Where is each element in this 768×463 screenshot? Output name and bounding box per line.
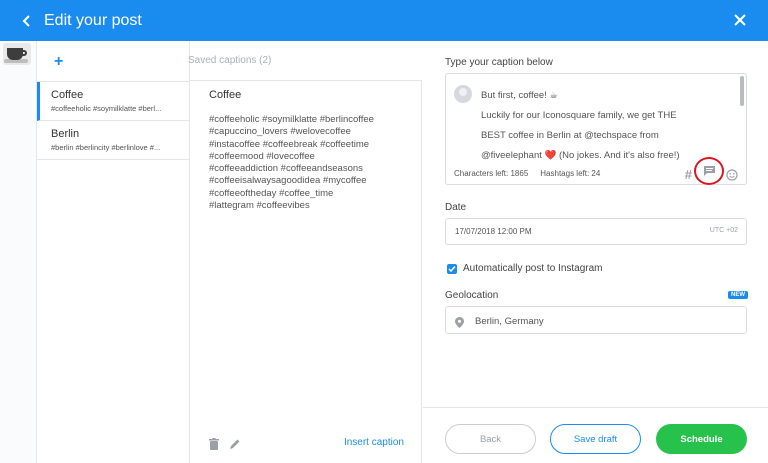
add-caption-button[interactable]: + (54, 53, 63, 71)
hashtags-left: Hashtags left: 24 (540, 169, 601, 178)
saved-captions-list: + Coffee #coffeeholic #soymilklatte #ber… (37, 41, 190, 463)
caption-text[interactable]: But first, coffee! ☕ Luckily for our Ico… (481, 86, 736, 166)
caption-title: Coffee (209, 89, 242, 101)
hashtag-icon[interactable]: # (685, 167, 692, 182)
insert-caption-button[interactable]: Insert caption (344, 437, 404, 448)
page-title: Edit your post (44, 11, 142, 29)
list-item[interactable]: Coffee #coffeeholic #soymilklatte #berl.… (37, 82, 190, 121)
saved-captions-icon[interactable] (694, 157, 724, 185)
footer: Back Save draft Schedule (423, 407, 768, 463)
saved-captions-header: Saved captions (2) (188, 41, 422, 81)
scrollbar[interactable] (740, 76, 744, 106)
date-value: 17/07/2018 12:00 PM (455, 227, 532, 236)
account-column (0, 41, 37, 463)
date-field[interactable]: 17/07/2018 12:00 PM UTC +02 (445, 218, 747, 245)
caption-line: Luckily for our Iconosquare family, we g… (481, 110, 677, 121)
caption-tags: #coffeeholic #soymilklatte #berl... (51, 104, 162, 113)
caption-line: BEST coffee in Berlin at @techspace from (481, 130, 659, 141)
characters-left: Characters left: 1865 (454, 169, 529, 178)
trash-icon[interactable] (209, 437, 221, 450)
close-icon[interactable] (732, 12, 748, 28)
schedule-button[interactable]: Schedule (656, 424, 747, 454)
top-bar: Edit your post (0, 0, 768, 41)
geolocation-value: Berlin, Germany (475, 316, 544, 327)
auto-post-label: Automatically post to Instagram (463, 263, 603, 274)
user-avatar (454, 85, 472, 103)
caption-line: But first, coffee! ☕ (481, 90, 558, 101)
auto-post-checkbox[interactable] (447, 263, 457, 274)
caption-input[interactable]: But first, coffee! ☕ Luckily for our Ico… (445, 73, 747, 185)
geolocation-input[interactable]: Berlin, Germany (445, 306, 747, 334)
geolocation-label: Geolocation (445, 290, 499, 301)
emoji-icon[interactable] (726, 168, 738, 181)
date-label: Date (445, 202, 467, 213)
pencil-icon[interactable] (229, 437, 241, 449)
timezone: UTC +02 (709, 227, 738, 234)
caption-name: Coffee (51, 89, 84, 101)
caption-tags: #berlin #berlincity #berlinlove #... (51, 143, 161, 152)
caption-name: Berlin (51, 128, 80, 140)
list-item[interactable]: Berlin #berlin #berlincity #berlinlove #… (37, 121, 190, 160)
saved-captions-title: Saved captions (2) (188, 55, 272, 66)
new-badge: NEW (728, 291, 748, 299)
avatar[interactable] (3, 43, 31, 65)
caption-label: Type your caption below (445, 57, 553, 68)
location-pin-icon (455, 315, 464, 328)
save-draft-button[interactable]: Save draft (550, 424, 641, 454)
back-button[interactable]: Back (445, 424, 536, 454)
caption-body: #coffeeholic #soymilklatte #berlincoffee… (209, 114, 374, 212)
chevron-left-icon[interactable] (22, 14, 36, 28)
caption-preview: Coffee #coffeeholic #soymilklatte #berli… (190, 81, 422, 463)
post-editor: Type your caption below But first, coffe… (423, 41, 768, 463)
